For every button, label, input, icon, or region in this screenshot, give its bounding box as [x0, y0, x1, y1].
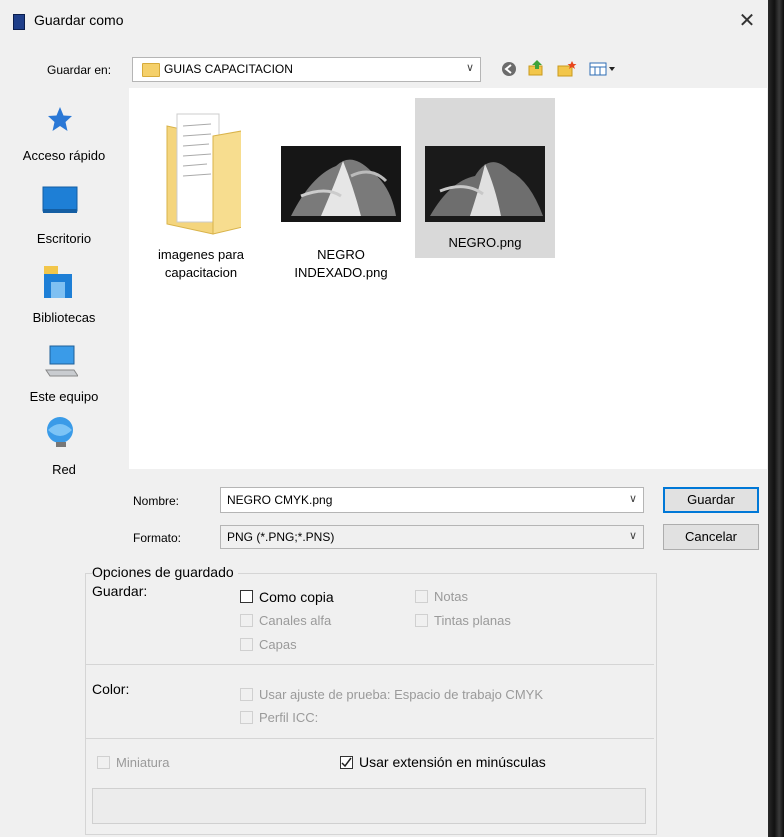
- name-label: Nombre:: [133, 494, 180, 508]
- folder-icon: [166, 113, 241, 235]
- proof-setup-checkbox[interactable]: [240, 688, 253, 701]
- sidebar-item-desktop[interactable]: Escritorio: [0, 168, 128, 248]
- options-legend: Opciones de guardado: [92, 564, 238, 580]
- new-folder-icon[interactable]: [557, 60, 577, 78]
- location-value: GUIAS CAPACITACION: [164, 62, 293, 76]
- proof-setup-label: Usar ajuste de prueba: Espacio de trabaj…: [259, 687, 543, 702]
- as-copy-label: Como copia: [259, 589, 334, 605]
- sidebar-item-libraries[interactable]: Bibliotecas: [0, 248, 128, 328]
- format-dropdown[interactable]: PNG (*.PNG;*.PNS) ∨: [220, 525, 644, 549]
- thumbnail-label: Miniatura: [116, 755, 170, 770]
- icc-profile-checkbox[interactable]: [240, 711, 253, 724]
- file-item-folder[interactable]: imagenes para capacitacion: [133, 100, 269, 288]
- computer-icon: [45, 345, 78, 377]
- layers-checkbox[interactable]: [240, 638, 253, 651]
- options-divider: [86, 738, 654, 739]
- file-name-line2: capacitacion: [164, 265, 238, 280]
- spot-colors-label: Tintas planas: [434, 613, 511, 628]
- lowercase-extension-label: Usar extensión en minúsculas: [359, 754, 546, 770]
- file-name: NEGRO.png: [448, 235, 522, 250]
- back-icon[interactable]: [500, 60, 518, 78]
- sidebar-item-label: Este equipo: [29, 389, 99, 404]
- sidebar-item-label: Red: [52, 462, 76, 477]
- location-label: Guardar en:: [47, 63, 112, 77]
- chevron-down-icon: ∨: [465, 62, 474, 74]
- network-icon: [47, 417, 73, 447]
- save-button[interactable]: Guardar: [663, 487, 759, 513]
- save-section-label: Guardar:: [92, 583, 148, 599]
- as-copy-checkbox[interactable]: [240, 590, 253, 603]
- file-item-negro-indexado[interactable]: NEGRO INDEXADO.png: [273, 100, 409, 288]
- alpha-channels-label: Canales alfa: [259, 613, 332, 628]
- file-item-negro-selected[interactable]: NEGRO.png: [415, 98, 555, 258]
- desktop-icon: [42, 186, 78, 213]
- image-thumbnail: [281, 146, 401, 222]
- cancel-button[interactable]: Cancelar: [663, 524, 759, 550]
- sidebar-item-quick-access[interactable]: Acceso rápido: [0, 88, 128, 168]
- file-name: NEGRO: [317, 247, 365, 262]
- lowercase-extension-checkbox[interactable]: [340, 756, 353, 769]
- format-label: Formato:: [133, 531, 182, 545]
- close-icon[interactable]: ✕: [734, 8, 760, 34]
- notes-label: Notas: [434, 589, 468, 604]
- chevron-down-icon: ∨: [628, 493, 637, 505]
- sidebar-item-label: Acceso rápido: [22, 148, 106, 163]
- notes-checkbox[interactable]: [415, 590, 428, 603]
- checkmark-icon: [341, 757, 352, 768]
- folder-icon: [142, 63, 160, 77]
- sidebar-item-this-pc[interactable]: Este equipo: [0, 328, 128, 408]
- file-name-line2: INDEXADO.png: [294, 265, 388, 280]
- view-menu-icon[interactable]: [589, 60, 619, 78]
- thumbnail-checkbox[interactable]: [97, 756, 110, 769]
- sidebar-item-label: Escritorio: [36, 231, 92, 246]
- sidebar-item-network[interactable]: Red: [0, 408, 128, 488]
- chevron-down-icon: ∨: [628, 530, 637, 542]
- file-name-value: NEGRO CMYK.png: [227, 493, 333, 507]
- preview-area: [92, 788, 646, 824]
- window-title: Guardar como: [34, 12, 124, 28]
- app-icon: [13, 14, 25, 30]
- layers-label: Capas: [259, 637, 297, 652]
- file-name-input[interactable]: NEGRO CMYK.png ∨: [220, 487, 644, 513]
- places-sidebar: Acceso rápido Escritorio Bibliotecas Est…: [0, 88, 128, 498]
- star-icon: [48, 107, 72, 131]
- alpha-channels-checkbox[interactable]: [240, 614, 253, 627]
- image-thumbnail: [425, 146, 545, 222]
- sidebar-item-label: Bibliotecas: [32, 310, 96, 325]
- icc-profile-label: Perfil ICC:: [259, 710, 319, 725]
- location-dropdown[interactable]: GUIAS CAPACITACION ∨: [132, 57, 481, 82]
- color-section-label: Color:: [92, 681, 130, 697]
- file-list-pane[interactable]: imagenes para capacitacion NEGRO INDEXAD…: [129, 88, 767, 469]
- format-value: PNG (*.PNG;*.PNS): [227, 530, 335, 544]
- options-divider: [86, 664, 654, 665]
- background-strip: [768, 0, 784, 837]
- library-icon: [44, 266, 72, 298]
- up-folder-icon[interactable]: [527, 59, 545, 77]
- spot-colors-checkbox[interactable]: [415, 614, 428, 627]
- file-name: imagenes para: [158, 247, 244, 262]
